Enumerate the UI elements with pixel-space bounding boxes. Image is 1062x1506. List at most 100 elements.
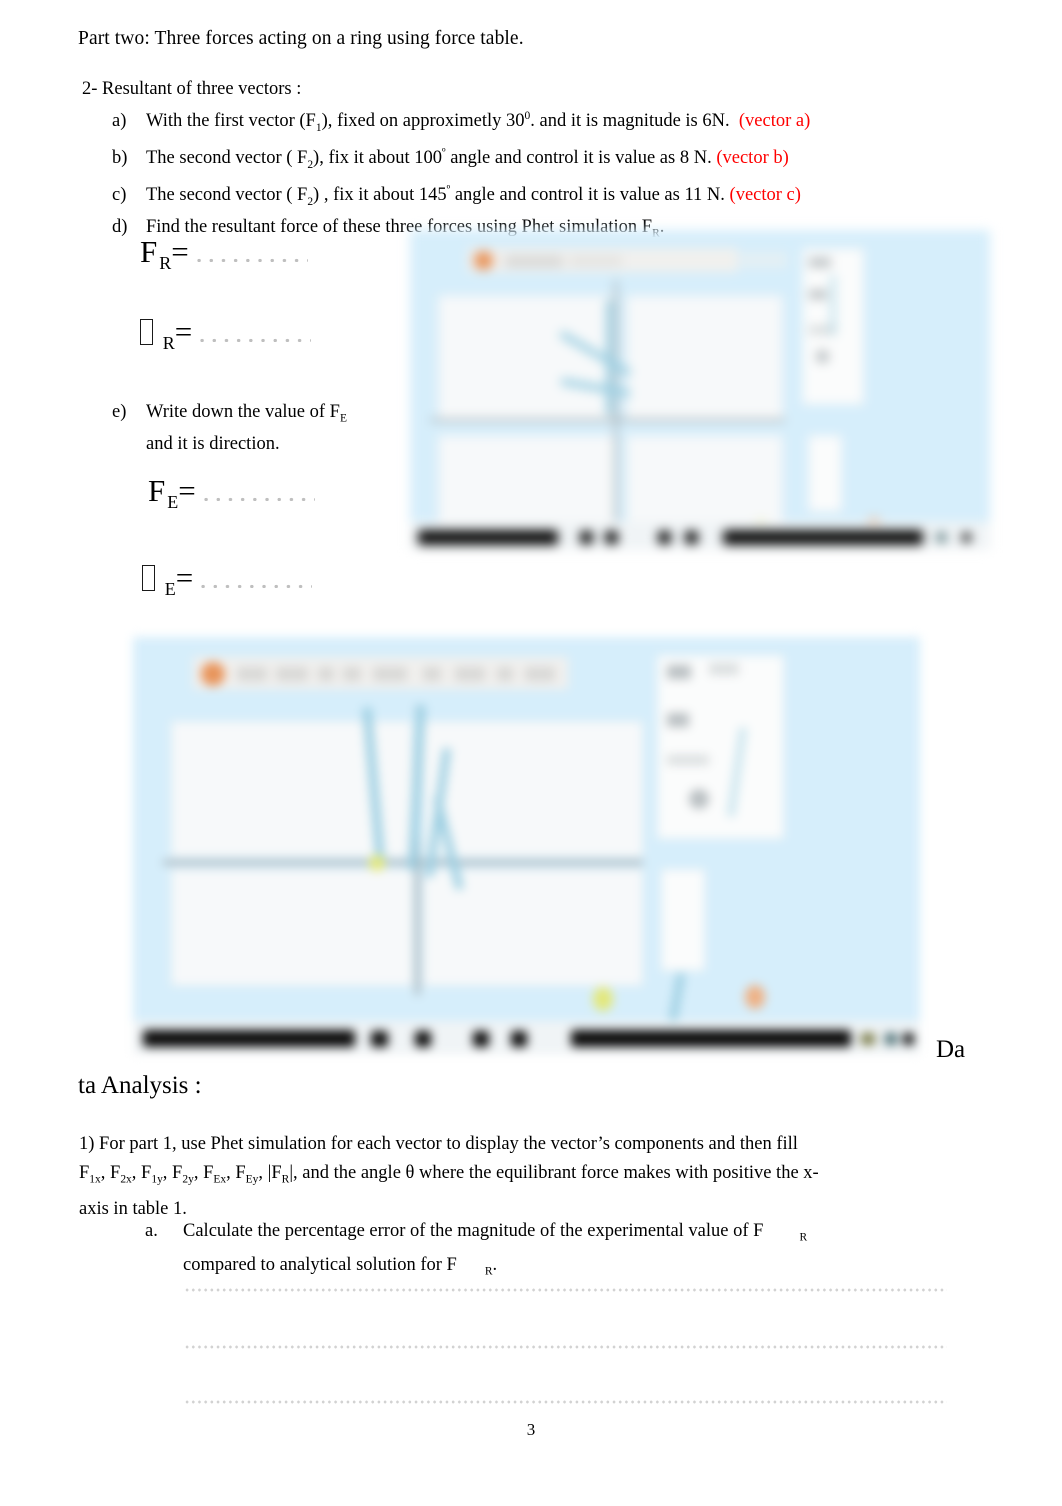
- vector-tag: (vector c): [729, 185, 801, 206]
- taskbar-icon[interactable]: [685, 531, 698, 544]
- vector-instruction-list: a) With the first vector (F1), fixed on …: [112, 104, 952, 247]
- answer-dots[interactable]: [192, 257, 308, 262]
- list-item: a) With the first vector (F1), fixed on …: [112, 104, 952, 141]
- theta-glyph-missing: [142, 565, 155, 591]
- fe-symbol: F E=: [148, 475, 196, 511]
- theta-glyph-missing: [140, 319, 153, 345]
- panel-row: [809, 258, 831, 267]
- taskbar-icon[interactable]: [580, 531, 593, 544]
- taskbar-icon[interactable]: [658, 531, 671, 544]
- page-title: Part two: Three forces acting on a ring …: [78, 28, 524, 49]
- taskbar-icon[interactable]: [511, 1031, 527, 1047]
- phet-simulation-screenshot-1: [410, 230, 990, 550]
- menu-item: [318, 667, 334, 681]
- vector-arrow[interactable]: [606, 300, 613, 415]
- vector-handle[interactable]: [745, 985, 765, 1009]
- taskbar-segment[interactable]: [723, 530, 923, 545]
- text-segment: |, and the angle θ where the equilibrant…: [289, 1163, 819, 1183]
- text-segment: .: [492, 1254, 498, 1275]
- answer-line[interactable]: [184, 1400, 947, 1404]
- answer-line[interactable]: [184, 1345, 947, 1349]
- text-segment: Calculate the percentage error of the ma…: [183, 1221, 764, 1241]
- taskbar-icon[interactable]: [371, 1031, 388, 1047]
- theta-r-symbol: R=: [140, 316, 192, 352]
- eraser-panel: [808, 435, 842, 512]
- text-segment: ,: [131, 1163, 142, 1183]
- radio-option[interactable]: [689, 789, 709, 809]
- os-taskbar: [133, 1021, 920, 1054]
- graph-quadrant: [438, 295, 615, 422]
- menu-item: [343, 667, 361, 681]
- data-analysis-heading-part1: Da: [936, 1036, 966, 1063]
- taskbar-segment[interactable]: [143, 1030, 355, 1047]
- tray-icon[interactable]: [962, 533, 971, 542]
- vector-handle[interactable]: [369, 855, 385, 871]
- panel-row: [667, 755, 709, 765]
- answer-dots[interactable]: [196, 337, 312, 342]
- force-symbol: F: [172, 1163, 183, 1183]
- list-item-a: a. Calculate the percentage error of the…: [145, 1218, 975, 1285]
- list-item-e: e) Write down the value of FE and it is …: [112, 400, 347, 458]
- subscript: Ey: [245, 1173, 259, 1186]
- text-segment: The second vector ( F: [146, 185, 308, 206]
- fe-subscript: E: [167, 492, 179, 513]
- text-segment: Write down the value of F: [146, 402, 340, 422]
- theta-r-answer-blank: R=: [140, 316, 312, 352]
- list-item-text: Write down the value of FE: [146, 400, 347, 432]
- tray-icon[interactable]: [903, 1033, 914, 1045]
- taskbar-icon[interactable]: [605, 531, 618, 544]
- list-item-text-line2: compared to analytical solution for F R.: [183, 1252, 497, 1286]
- answer-line[interactable]: [184, 1288, 947, 1292]
- vector-handle[interactable]: [593, 987, 613, 1011]
- equals-sign: =: [171, 234, 189, 269]
- taskbar-segment[interactable]: [418, 530, 558, 545]
- tray-icon[interactable]: [885, 1033, 897, 1045]
- panel-row: [667, 713, 689, 727]
- graph-quadrant: [626, 295, 783, 422]
- theta-e-answer-blank: E=: [142, 562, 313, 598]
- subscript: R: [799, 1231, 808, 1244]
- text-segment: ,: [193, 1163, 204, 1183]
- menu-item: [373, 667, 407, 681]
- panel-row: [709, 663, 739, 675]
- vector-arrow[interactable]: [668, 972, 686, 1022]
- x-axis: [163, 861, 643, 864]
- panel-row: [667, 665, 691, 679]
- text-segment: ,: [226, 1163, 236, 1183]
- force-symbol: F: [79, 1163, 90, 1183]
- subscript: Ex: [213, 1173, 227, 1186]
- menu-item: [497, 667, 513, 681]
- data-analysis-heading-part2: ta Analysis :: [78, 1072, 202, 1099]
- list-item-text: Calculate the percentage error of the ma…: [183, 1218, 807, 1252]
- taskbar-icon[interactable]: [473, 1031, 489, 1047]
- text-segment: ,: [162, 1163, 173, 1183]
- text-segment: . and it is magnitude is 6N.: [530, 111, 730, 132]
- tray-icon[interactable]: [861, 1033, 875, 1045]
- subscript: 1y: [151, 1173, 163, 1186]
- menu-item: [455, 667, 485, 681]
- fr-answer-blank: F R=: [140, 236, 308, 272]
- force-symbol: F: [271, 1163, 282, 1183]
- answer-dots[interactable]: [199, 496, 315, 501]
- paragraph-line-1: 1) For part 1, use Phet simulation for e…: [79, 1134, 798, 1154]
- fe-answer-blank: F E=: [148, 475, 315, 511]
- tray-icon[interactable]: [937, 533, 946, 542]
- text-segment: ) , fix it about 145: [313, 185, 447, 206]
- radio-option[interactable]: [816, 350, 829, 363]
- taskbar-segment[interactable]: [571, 1030, 851, 1047]
- app-logo-icon: [201, 662, 225, 686]
- taskbar-icon[interactable]: [415, 1031, 431, 1047]
- eraser-panel: [661, 869, 705, 971]
- text-segment: , |: [258, 1163, 272, 1183]
- vector-tag: (vector b): [716, 148, 789, 169]
- text-segment: angle and control it is value as 11 N.: [450, 185, 725, 206]
- graph-quadrant: [423, 721, 643, 857]
- menu-item: [570, 256, 622, 266]
- panel-row: [809, 290, 827, 299]
- force-symbol: F: [110, 1163, 121, 1183]
- menu-item: [276, 667, 308, 681]
- force-symbol: F: [235, 1163, 246, 1183]
- subscript: 2x: [120, 1173, 132, 1186]
- answer-dots[interactable]: [197, 583, 313, 588]
- x-axis: [430, 419, 785, 421]
